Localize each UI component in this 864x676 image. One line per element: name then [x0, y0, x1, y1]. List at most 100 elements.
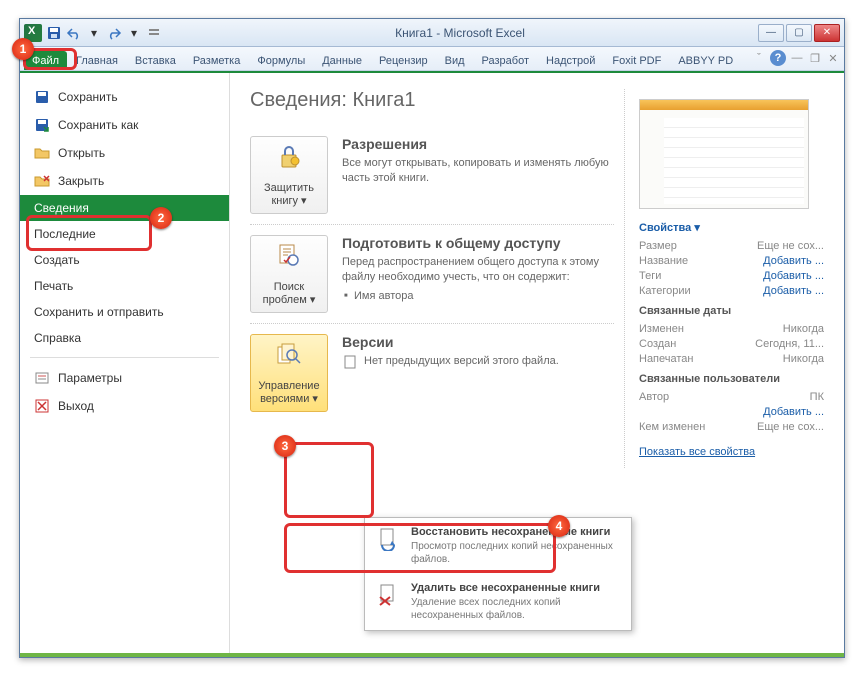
- sidebar-separator: [30, 357, 219, 358]
- prop-row: ТегиДобавить ...: [639, 270, 824, 282]
- backstage-view: Сохранить Сохранить как Открыть Закрыть …: [20, 71, 844, 653]
- maximize-button[interactable]: ▢: [786, 24, 812, 42]
- qat-dropdown-icon[interactable]: ▾: [86, 25, 102, 41]
- prop-row: НапечатанНикогда: [639, 353, 824, 365]
- annotation-badge-4: 4: [548, 515, 570, 537]
- menu-item-delete-unsaved[interactable]: Удалить все несохраненные книги Удаление…: [365, 574, 631, 630]
- options-icon: [34, 370, 50, 386]
- manage-versions-button[interactable]: Управление версиями ▾: [250, 334, 328, 412]
- section-title: Разрешения: [342, 136, 614, 152]
- ribbon-right-icons: ˇ ? — ❐ ✕: [752, 50, 840, 66]
- saveas-icon: [34, 117, 50, 133]
- inspect-icon: [255, 242, 323, 277]
- qat-undo-button[interactable]: [66, 25, 82, 41]
- folder-open-icon: [34, 145, 50, 161]
- tab-layout[interactable]: Разметка: [185, 51, 249, 70]
- sidebar-item-label: Создать: [34, 253, 80, 267]
- tab-foxit[interactable]: Foxit PDF: [604, 51, 669, 70]
- app-window: ▾ ▾ Книга1 - Microsoft Excel — ▢ ✕ Файл …: [19, 18, 845, 658]
- ribbon-tabs: Файл Главная Вставка Разметка Формулы Да…: [20, 47, 844, 71]
- sidebar-item-options[interactable]: Параметры: [20, 364, 229, 392]
- sidebar-item-label: Справка: [34, 331, 81, 345]
- sidebar-item-close[interactable]: Закрыть: [20, 167, 229, 195]
- menu-item-text: Просмотр последних копий несохраненных ф…: [411, 540, 621, 566]
- sidebar-item-label: Выход: [58, 399, 94, 413]
- tab-view[interactable]: Вид: [437, 51, 473, 70]
- minimize-button[interactable]: —: [758, 24, 784, 42]
- properties-dropdown[interactable]: Свойства ▾: [639, 221, 824, 234]
- menu-item-recover-unsaved[interactable]: Восстановить несохраненные книги Просмот…: [365, 518, 631, 574]
- prop-row: Кем измененЕще не сох...: [639, 421, 824, 433]
- qat-dropdown-icon[interactable]: ▾: [126, 25, 142, 41]
- versions-section: Управление версиями ▾ Версии Нет предыду…: [250, 324, 614, 422]
- prop-row: КатегорииДобавить ...: [639, 285, 824, 297]
- button-label: Поиск проблем: [263, 281, 307, 306]
- sidebar-item-saveas[interactable]: Сохранить как: [20, 111, 229, 139]
- help-icon[interactable]: ?: [770, 50, 786, 66]
- manage-versions-menu: Восстановить несохраненные книги Просмот…: [364, 517, 632, 631]
- mdi-min-icon[interactable]: —: [790, 51, 804, 65]
- qat-save-button[interactable]: [46, 25, 62, 41]
- check-issues-button[interactable]: Поиск проблем ▾: [250, 235, 328, 313]
- sidebar-item-label: Сохранить: [58, 90, 118, 104]
- tab-developer[interactable]: Разработ: [474, 51, 537, 70]
- mdi-close-icon[interactable]: ✕: [826, 51, 840, 65]
- quick-access-toolbar: ▾ ▾: [24, 24, 162, 42]
- sidebar-item-label: Параметры: [58, 371, 122, 385]
- delete-icon: [375, 582, 401, 608]
- save-icon: [34, 89, 50, 105]
- prop-row: СозданСегодня, 11...: [639, 338, 824, 350]
- properties-panel: Свойства ▾ РазмерЕще не сох... НазваниеД…: [624, 89, 824, 468]
- sidebar-item-label: Сохранить и отправить: [34, 305, 164, 319]
- sidebar-item-new[interactable]: Создать: [20, 247, 229, 273]
- sidebar-item-help[interactable]: Справка: [20, 325, 229, 351]
- document-thumbnail[interactable]: [639, 99, 809, 209]
- window-title: Книга1 - Microsoft Excel: [162, 26, 758, 40]
- section-title: Версии: [342, 334, 614, 350]
- tab-review[interactable]: Рецензир: [371, 51, 436, 70]
- sidebar-item-print[interactable]: Печать: [20, 273, 229, 299]
- tab-formulas[interactable]: Формулы: [249, 51, 313, 70]
- sidebar-item-recent[interactable]: Последние: [20, 221, 229, 247]
- prop-subhead: Связанные пользователи: [639, 373, 824, 385]
- sidebar-item-label: Закрыть: [58, 174, 104, 188]
- section-title: Подготовить к общему доступу: [342, 235, 614, 251]
- mdi-restore-icon[interactable]: ❐: [808, 51, 822, 65]
- tab-addins[interactable]: Надстрой: [538, 51, 603, 70]
- section-text: Нет предыдущих версий этого файла.: [364, 354, 559, 375]
- tab-insert[interactable]: Вставка: [127, 51, 184, 70]
- button-label: Управление версиями: [258, 380, 319, 405]
- titlebar: ▾ ▾ Книга1 - Microsoft Excel — ▢ ✕: [20, 19, 844, 47]
- show-all-properties-link[interactable]: Показать все свойства: [639, 446, 755, 458]
- tab-home[interactable]: Главная: [68, 51, 126, 70]
- section-text: Все могут открывать, копировать и изменя…: [342, 156, 614, 187]
- prop-row: РазмерЕще не сох...: [639, 240, 824, 252]
- sidebar-item-exit[interactable]: Выход: [20, 392, 229, 420]
- annotation-badge-3: 3: [274, 435, 296, 457]
- versions-icon: [255, 341, 323, 376]
- qat-redo-button[interactable]: [106, 25, 122, 41]
- page-title: Сведения: Книга1: [250, 89, 614, 112]
- tab-abbyy[interactable]: ABBYY PD: [670, 51, 741, 70]
- tab-data[interactable]: Данные: [314, 51, 370, 70]
- protect-workbook-button[interactable]: Защитить книгу ▾: [250, 136, 328, 214]
- sidebar-item-open[interactable]: Открыть: [20, 139, 229, 167]
- sidebar-item-info[interactable]: Сведения: [20, 195, 229, 221]
- sidebar-item-label: Последние: [34, 227, 96, 241]
- close-button[interactable]: ✕: [814, 24, 840, 42]
- sidebar-item-label: Сведения: [34, 201, 89, 215]
- sidebar-item-save[interactable]: Сохранить: [20, 83, 229, 111]
- prop-row: ИзмененНикогда: [639, 323, 824, 335]
- button-label: Защитить книгу: [264, 182, 314, 207]
- sidebar-item-label: Открыть: [58, 146, 105, 160]
- qat-customize-icon[interactable]: [146, 25, 162, 41]
- sidebar-item-send[interactable]: Сохранить и отправить: [20, 299, 229, 325]
- annotation-badge-1: 1: [12, 38, 34, 60]
- folder-close-icon: [34, 173, 50, 189]
- document-icon: [342, 354, 358, 375]
- bottom-accent: [20, 653, 844, 657]
- prop-subhead: Связанные даты: [639, 305, 824, 317]
- ribbon-minimize-icon[interactable]: ˇ: [752, 51, 766, 65]
- backstage-sidebar: Сохранить Сохранить как Открыть Закрыть …: [20, 73, 230, 653]
- recover-icon: [375, 526, 401, 552]
